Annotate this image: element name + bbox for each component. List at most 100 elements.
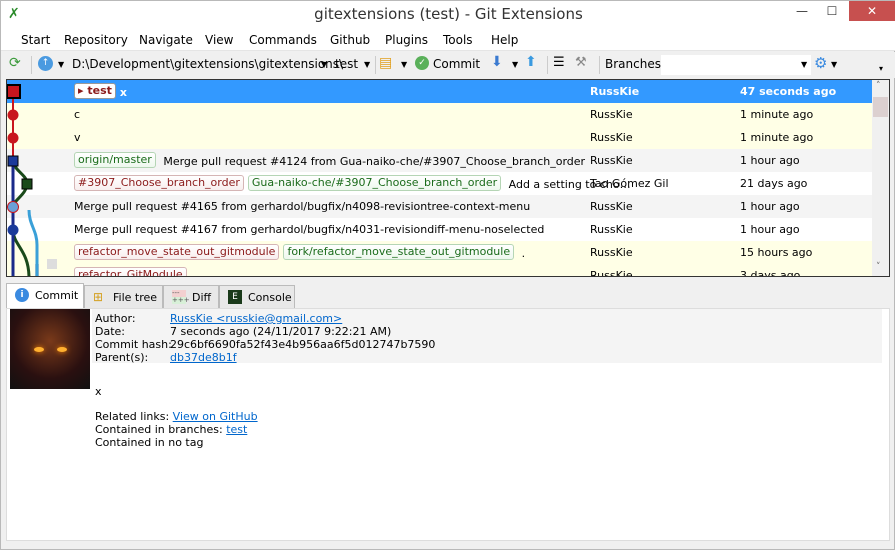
vertical-scrollbar[interactable]: ˄ ˅ [872, 80, 889, 276]
menu-bar: Start Repository Navigate View Commands … [1, 29, 895, 51]
tab-commit[interactable]: i Commit [6, 283, 84, 309]
tab-diff[interactable]: --- +++ Diff [163, 285, 219, 308]
menu-view[interactable]: View [205, 33, 233, 47]
commit-author: RussKie [590, 154, 633, 167]
commit-author: RussKie [590, 85, 640, 98]
commit-message: . [521, 247, 526, 260]
settings-tools-icon[interactable]: ⚒ [575, 55, 587, 70]
graph-node [7, 155, 19, 167]
commit-check-icon[interactable]: ✓ [415, 56, 429, 70]
console-icon: E [228, 290, 242, 304]
chevron-down-icon[interactable]: ▼ [58, 60, 64, 69]
commit-date: 3 days ago [740, 269, 801, 277]
commit-message: Merge pull request #4124 from Gua-naiko-… [163, 155, 586, 168]
table-row[interactable]: ▸ test x RussKie 47 seconds ago [7, 80, 873, 103]
commit-message: Merge pull request #4167 from gerhardol/… [74, 223, 545, 236]
commit-graph [7, 84, 57, 276]
parent-link[interactable]: db37de8b1f [170, 351, 237, 364]
chevron-down-icon[interactable]: ▼ [401, 60, 407, 69]
commit-author: RussKie [590, 269, 633, 277]
table-row[interactable]: #3907_Choose_branch_order Gua-naiko-che/#… [7, 172, 873, 195]
revision-grid[interactable]: ▸ test x RussKie 47 seconds ago c RussKie 1… [6, 79, 890, 277]
graph-line [11, 229, 31, 276]
toolbar: ⟳ ↑ ▼ D:\Development\gitextensions\gitex… [1, 52, 895, 78]
refresh-icon[interactable]: ⟳ [9, 55, 21, 71]
toggle-layout-icon[interactable]: ☰ [553, 55, 565, 70]
minimize-button[interactable]: — [787, 1, 817, 21]
menu-github[interactable]: Github [330, 33, 370, 47]
commit-date: 1 hour ago [740, 200, 800, 213]
contained-tags-text: Contained in no tag [95, 436, 204, 449]
contained-branch-link[interactable]: test [226, 423, 247, 436]
commit-message: c [74, 108, 81, 121]
info-icon: i [15, 288, 29, 302]
commit-button[interactable]: Commit [433, 57, 480, 71]
commit-date: 47 seconds ago [740, 85, 837, 98]
push-icon[interactable]: ⬆ [525, 54, 537, 70]
maximize-button[interactable]: ☐ [817, 1, 847, 21]
repository-path-dropdown[interactable]: D:\Development\gitextensions\gitextensio… [72, 57, 343, 71]
table-row[interactable]: c RussKie 1 minute ago [7, 103, 873, 126]
commit-date: 1 minute ago [740, 108, 814, 121]
tab-console[interactable]: E Console [219, 285, 295, 308]
commit-message: x [119, 86, 127, 99]
pull-icon[interactable]: ⬇ [491, 54, 503, 70]
commit-author: RussKie [590, 223, 633, 236]
toolbar-overflow-icon[interactable]: ▾ [879, 64, 883, 73]
branches-label: Branches: [605, 57, 666, 71]
commit-details-panel: Author: RussKie <russkie@gmail.com> Date… [6, 308, 890, 541]
menu-repository[interactable]: Repository [64, 33, 128, 47]
commit-message: Merge pull request #4165 from gerhardol/… [74, 200, 531, 213]
commit-date: 1 minute ago [740, 131, 814, 144]
menu-commands[interactable]: Commands [249, 33, 317, 47]
branch-dropdown[interactable]: test [335, 57, 358, 71]
branch-tag: refactor_move_state_out_gitmodule [74, 244, 280, 260]
chevron-down-icon[interactable]: ▼ [364, 60, 370, 69]
chevron-down-icon[interactable]: ▼ [321, 60, 327, 69]
graph-node [7, 109, 19, 121]
menu-plugins[interactable]: Plugins [385, 33, 428, 47]
table-row[interactable]: origin/master Merge pull request #4124 f… [7, 149, 873, 172]
table-row[interactable]: Merge pull request #4165 from gerhardol/… [7, 195, 873, 218]
tab-file-tree[interactable]: ⊞ File tree [84, 285, 163, 308]
commit-date-value: 7 seconds ago (24/11/2017 9:22:21 AM) [170, 325, 392, 338]
scrollbar-thumb[interactable] [873, 97, 888, 117]
commit-date: 21 days ago [740, 177, 808, 190]
commit-hash-value: 29c6bf6690fa52f43e4b956aa6f5d012747b7590 [170, 338, 436, 351]
commit-author: Tao Gómez Gil [590, 177, 669, 190]
avatar [10, 309, 90, 389]
author-link[interactable]: RussKie <russkie@gmail.com> [170, 312, 342, 325]
menu-navigate[interactable]: Navigate [139, 33, 193, 47]
window-title: gitextensions (test) - Git Extensions [314, 5, 583, 23]
stash-icon[interactable]: ▤ [379, 55, 392, 71]
menu-tools[interactable]: Tools [443, 33, 473, 47]
table-row[interactable]: Merge pull request #4167 from gerhardol/… [7, 218, 873, 241]
table-row[interactable]: v RussKie 1 minute ago [7, 126, 873, 149]
graph-node [7, 201, 19, 213]
branch-tag: refactor_GitModule [74, 267, 187, 276]
chevron-down-icon[interactable]: ▼ [512, 60, 518, 69]
remote-branch-tag: Gua-naiko-che/#3907_Choose_branch_order [247, 175, 502, 191]
close-button[interactable]: ✕ [849, 1, 895, 21]
commit-date: 15 hours ago [740, 246, 813, 259]
table-row[interactable]: refactor_move_state_out_gitmodule fork/re… [7, 241, 873, 264]
chevron-down-icon[interactable]: ▼ [801, 60, 807, 69]
graph-line [27, 209, 39, 276]
gear-icon[interactable]: ⚙ [814, 54, 827, 72]
remote-branch-tag: fork/refactor_move_state_out_gitmodule [283, 244, 515, 260]
graph-node [7, 84, 21, 99]
chevron-down-icon[interactable]: ▼ [831, 60, 837, 69]
commit-author: RussKie [590, 200, 633, 213]
commit-message-body: x [95, 385, 102, 398]
open-repo-icon[interactable]: ↑ [38, 56, 53, 71]
view-on-github-link[interactable]: View on GitHub [173, 410, 258, 423]
menu-help[interactable]: Help [491, 33, 518, 47]
commit-date: 1 hour ago [740, 154, 800, 167]
commit-author: RussKie [590, 246, 633, 259]
commit-info: Author: RussKie <russkie@gmail.com> Date… [92, 309, 882, 364]
branches-filter-input[interactable] [661, 55, 811, 75]
table-row[interactable]: refactor_GitModule RussKie 3 days ago [7, 264, 873, 277]
menu-start[interactable]: Start [21, 33, 50, 47]
commit-author: RussKie [590, 108, 633, 121]
commit-date: 1 hour ago [740, 223, 800, 236]
